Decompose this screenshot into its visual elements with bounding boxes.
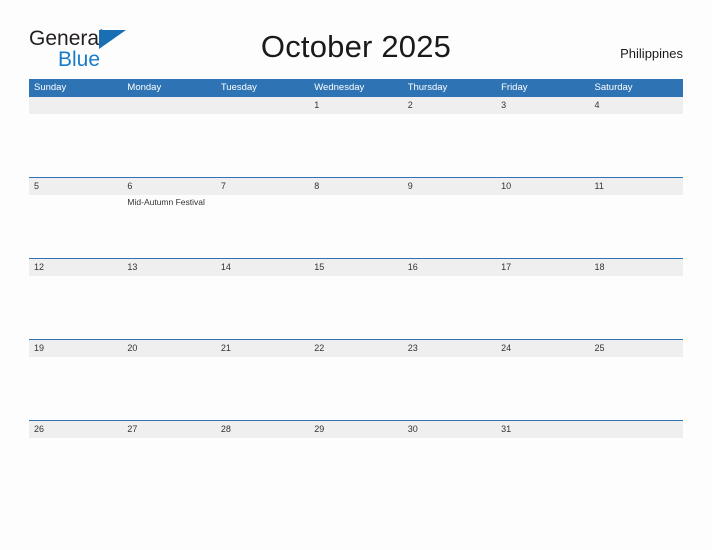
day-number[interactable]: 2	[403, 97, 496, 114]
calendar-week-row: 19 20 21 22 23 24 25	[29, 339, 683, 420]
day-number[interactable]	[216, 97, 309, 114]
day-number[interactable]: 12	[29, 259, 122, 276]
day-number[interactable]: 26	[29, 421, 122, 438]
day-cell[interactable]: Mid-Autumn Festival	[122, 195, 215, 257]
week-date-band: 19 20 21 22 23 24 25	[29, 339, 683, 357]
day-cell[interactable]	[29, 114, 122, 176]
day-cell[interactable]	[590, 438, 683, 500]
day-number[interactable]: 29	[309, 421, 402, 438]
day-cell[interactable]	[403, 357, 496, 419]
day-cell[interactable]	[590, 114, 683, 176]
day-cell[interactable]	[403, 438, 496, 500]
day-cell[interactable]	[216, 438, 309, 500]
day-number[interactable]: 28	[216, 421, 309, 438]
day-cell[interactable]	[403, 276, 496, 338]
day-event: Mid-Autumn Festival	[127, 197, 205, 207]
day-number[interactable]: 8	[309, 178, 402, 195]
day-number[interactable]: 19	[29, 340, 122, 357]
day-number[interactable]	[590, 421, 683, 438]
day-cell[interactable]	[496, 276, 589, 338]
week-date-band: 5 6 7 8 9 10 11	[29, 177, 683, 195]
day-cell[interactable]	[590, 195, 683, 257]
day-number[interactable]: 10	[496, 178, 589, 195]
day-cell[interactable]	[403, 114, 496, 176]
day-cell[interactable]	[29, 195, 122, 257]
day-number[interactable]: 14	[216, 259, 309, 276]
day-cell[interactable]	[122, 357, 215, 419]
page-header: General Blue October 2025 Philippines	[0, 0, 712, 76]
week-event-band	[29, 357, 683, 419]
week-date-band: 26 27 28 29 30 31	[29, 420, 683, 438]
day-cell[interactable]	[122, 114, 215, 176]
day-cell[interactable]	[122, 438, 215, 500]
day-number[interactable]: 17	[496, 259, 589, 276]
day-number[interactable]: 22	[309, 340, 402, 357]
day-cell[interactable]	[309, 438, 402, 500]
weekday-header-sunday: Sunday	[34, 82, 67, 93]
day-cell[interactable]	[309, 195, 402, 257]
day-cell[interactable]	[216, 114, 309, 176]
day-number[interactable]: 31	[496, 421, 589, 438]
day-number[interactable]: 24	[496, 340, 589, 357]
calendar-week-row: 26 27 28 29 30 31	[29, 420, 683, 501]
day-number[interactable]: 6	[122, 178, 215, 195]
calendar-page: General Blue October 2025 Philippines Su…	[0, 0, 712, 550]
day-cell[interactable]	[309, 276, 402, 338]
calendar-week-row: 5 6 7 8 9 10 11 Mid-Autumn Festival	[29, 177, 683, 258]
day-number[interactable]: 23	[403, 340, 496, 357]
day-number[interactable]: 3	[496, 97, 589, 114]
day-cell[interactable]	[29, 438, 122, 500]
day-number[interactable]: 18	[590, 259, 683, 276]
day-number[interactable]: 7	[216, 178, 309, 195]
day-cell[interactable]	[29, 276, 122, 338]
day-cell[interactable]	[403, 195, 496, 257]
day-number[interactable]	[122, 97, 215, 114]
day-cell[interactable]	[29, 357, 122, 419]
day-cell[interactable]	[216, 276, 309, 338]
weekday-header-tuesday: Tuesday	[220, 82, 257, 93]
day-cell[interactable]	[216, 195, 309, 257]
day-cell[interactable]	[122, 276, 215, 338]
week-date-band: 1 2 3 4	[29, 96, 683, 114]
week-event-band	[29, 438, 683, 500]
day-number[interactable]: 1	[309, 97, 402, 114]
day-cell[interactable]	[590, 276, 683, 338]
day-number[interactable]: 20	[122, 340, 215, 357]
week-event-band	[29, 114, 683, 176]
page-title: October 2025	[260, 29, 452, 64]
day-cell[interactable]	[496, 357, 589, 419]
weekday-header-monday: Monday	[127, 82, 162, 93]
day-number[interactable]: 13	[122, 259, 215, 276]
day-number[interactable]: 5	[29, 178, 122, 195]
day-number[interactable]: 11	[590, 178, 683, 195]
day-cell[interactable]	[496, 438, 589, 500]
day-number[interactable]: 16	[403, 259, 496, 276]
day-cell[interactable]	[309, 114, 402, 176]
day-number[interactable]: 30	[403, 421, 496, 438]
day-cell[interactable]	[496, 195, 589, 257]
day-cell[interactable]	[496, 114, 589, 176]
day-number[interactable]: 25	[590, 340, 683, 357]
week-event-band: Mid-Autumn Festival	[29, 195, 683, 257]
country-label: Philippines	[620, 46, 683, 61]
weekday-header-thursday: Thursday	[407, 82, 448, 93]
day-cell[interactable]	[309, 357, 402, 419]
day-number[interactable]: 4	[590, 97, 683, 114]
day-number[interactable]	[29, 97, 122, 114]
day-number[interactable]: 21	[216, 340, 309, 357]
day-cell[interactable]	[216, 357, 309, 419]
weekday-header-wednesday: Wednesday	[314, 82, 365, 93]
week-event-band	[29, 276, 683, 338]
calendar-grid: Sunday Monday Tuesday Wednesday Thursday…	[29, 79, 683, 501]
calendar-week-row: 1 2 3 4	[29, 96, 683, 177]
week-date-band: 12 13 14 15 16 17 18	[29, 258, 683, 276]
day-number[interactable]: 27	[122, 421, 215, 438]
weekday-header-row: Sunday Monday Tuesday Wednesday Thursday…	[29, 79, 683, 96]
calendar-week-row: 12 13 14 15 16 17 18	[29, 258, 683, 339]
day-number[interactable]: 15	[309, 259, 402, 276]
weekday-header-saturday: Saturday	[594, 82, 633, 93]
weekday-header-friday: Friday	[501, 82, 528, 93]
day-cell[interactable]	[590, 357, 683, 419]
day-number[interactable]: 9	[403, 178, 496, 195]
